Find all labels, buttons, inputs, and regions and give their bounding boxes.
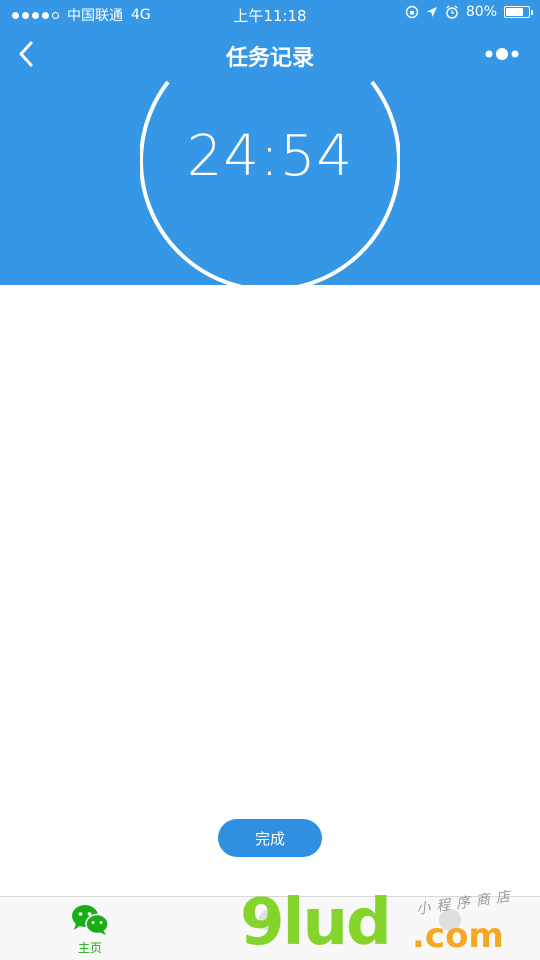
status-bar: 中国联通 4G 上午11:18 80% [0, 0, 540, 28]
wechat-icon [72, 905, 109, 935]
tab-home[interactable]: 主页 [30, 897, 150, 960]
timer-panel: 任务记录 24:54 [0, 28, 540, 285]
tab-bar: 主页 [0, 896, 540, 960]
status-right: 80% [405, 4, 533, 20]
rotation-lock-icon [405, 5, 419, 19]
timer-display: 24:54 [186, 124, 354, 189]
faded-icon [439, 909, 461, 931]
tab-second[interactable] [210, 897, 330, 960]
faded-icon [259, 909, 281, 931]
done-button[interactable]: 完成 [218, 819, 322, 857]
more-dots-icon [485, 48, 519, 60]
alarm-icon [445, 5, 458, 19]
tab-third[interactable] [390, 897, 510, 960]
battery-fill [506, 8, 524, 16]
location-icon [426, 7, 437, 17]
more-button[interactable] [484, 44, 520, 64]
battery-percent: 80% [465, 4, 497, 20]
tab-home-label: 主页 [77, 941, 102, 955]
battery-icon [504, 6, 533, 18]
